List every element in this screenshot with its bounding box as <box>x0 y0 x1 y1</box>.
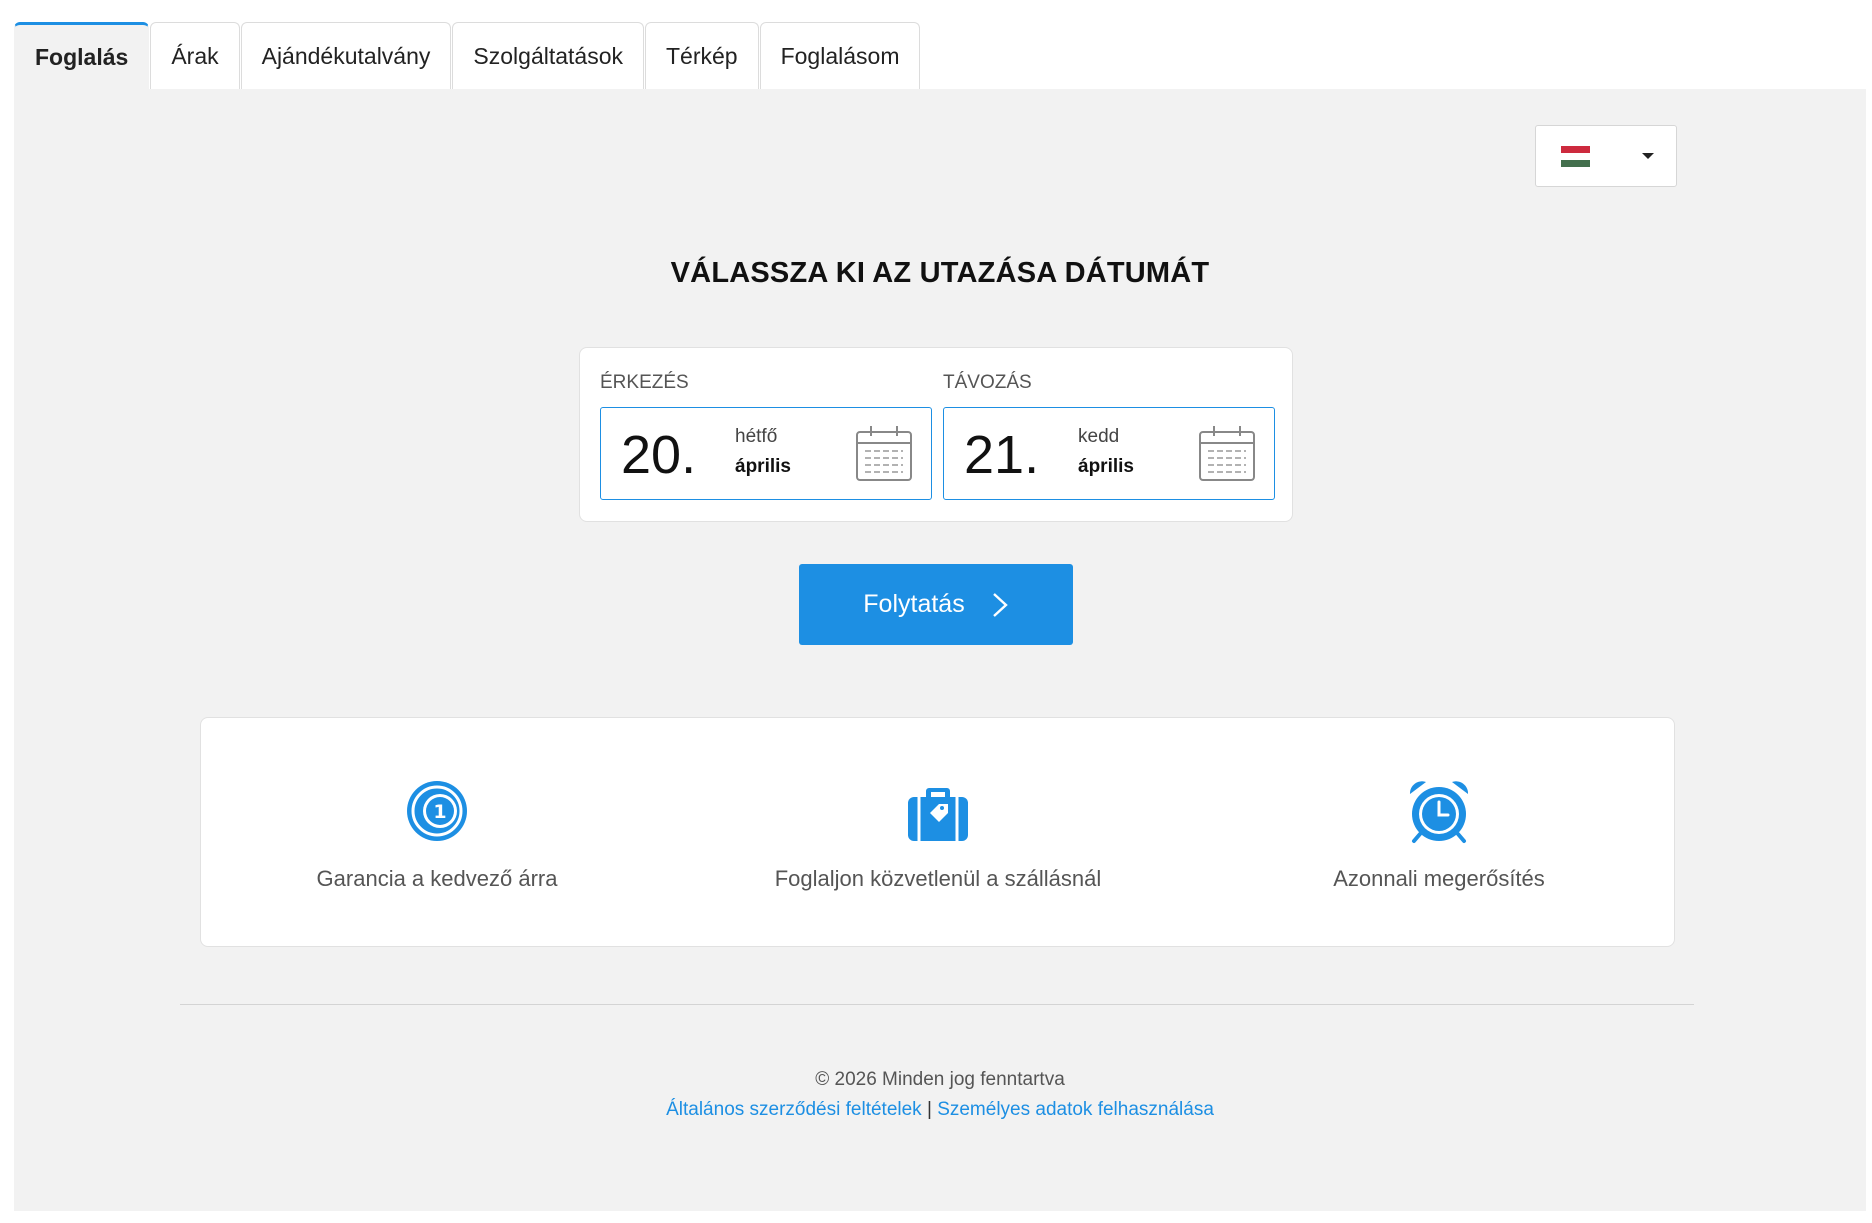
tab-prices[interactable]: Árak <box>150 22 240 90</box>
tab-gift-voucher[interactable]: Ajándékutalvány <box>240 22 452 90</box>
main-panel: VÁLASSZA KI AZ UTAZÁSA DÁTUMÁT ÉRKEZÉS 2… <box>14 89 1866 1211</box>
privacy-link[interactable]: Személyes adatok felhasználása <box>937 1099 1214 1120</box>
tab-bar: Foglalás Árak Ajándékutalvány Szolgáltat… <box>14 22 921 90</box>
date-selection-card: ÉRKEZÉS 20. hétfő április TÁVOZÁS 21. ke… <box>579 347 1293 522</box>
link-separator: | <box>926 1099 932 1120</box>
feature-instant-confirmation: Azonnali megerősítés <box>1204 778 1674 892</box>
terms-link[interactable]: Általános szerződési feltételek <box>666 1099 922 1120</box>
footer-links: Általános szerződési feltételek | Személ… <box>14 1099 1866 1121</box>
continue-button-label: Folytatás <box>863 590 965 618</box>
tab-booking[interactable]: Foglalás <box>14 22 150 90</box>
arrival-label: ÉRKEZÉS <box>600 372 689 393</box>
features-card: 1 Garancia a kedvező árra Foglaljon közv… <box>200 717 1675 947</box>
tab-map[interactable]: Térkép <box>645 22 759 90</box>
arrival-weekday: hétfő <box>735 426 778 447</box>
calendar-icon <box>1199 426 1255 481</box>
hungarian-flag-icon <box>1561 146 1590 167</box>
feature-text: Azonnali megerősítés <box>1333 866 1545 891</box>
footer-divider <box>180 1004 1694 1005</box>
feature-text: Foglaljon közvetlenül a szállásnál <box>774 866 1102 891</box>
calendar-icon <box>856 426 912 481</box>
copyright-text: © 2026 Minden jog fenntartva <box>815 1069 1065 1090</box>
arrival-day: 20. <box>621 425 697 485</box>
chevron-right-icon <box>992 592 1008 617</box>
arrival-column: ÉRKEZÉS 20. hétfő április <box>600 371 932 500</box>
feature-best-price: 1 Garancia a kedvező árra <box>202 778 672 892</box>
page-title: VÁLASSZA KI AZ UTAZÁSA DÁTUMÁT <box>670 257 1210 289</box>
caret-down-icon <box>1642 153 1654 159</box>
tab-services[interactable]: Szolgáltatások <box>452 22 644 90</box>
departure-date-picker[interactable]: 21. kedd április <box>943 407 1275 500</box>
continue-button[interactable]: Folytatás <box>799 564 1073 645</box>
alarm-clock-icon <box>1409 781 1469 843</box>
tab-my-booking[interactable]: Foglalásom <box>759 22 921 90</box>
arrival-month: április <box>735 456 791 477</box>
feature-text: Garancia a kedvező árra <box>316 866 558 891</box>
departure-month: április <box>1078 456 1134 477</box>
arrival-date-picker[interactable]: 20. hétfő április <box>600 407 932 500</box>
departure-label: TÁVOZÁS <box>943 372 1032 393</box>
best-price-guarantee-icon: 1 <box>407 781 467 841</box>
svg-text:1: 1 <box>433 801 446 823</box>
departure-day: 21. <box>964 425 1040 485</box>
suitcase-icon <box>908 788 968 841</box>
departure-column: TÁVOZÁS 21. kedd április <box>943 371 1275 500</box>
feature-direct-booking: Foglaljon közvetlenül a szállásnál <box>703 778 1173 892</box>
language-selector[interactable] <box>1535 125 1677 187</box>
departure-weekday: kedd <box>1078 426 1120 447</box>
